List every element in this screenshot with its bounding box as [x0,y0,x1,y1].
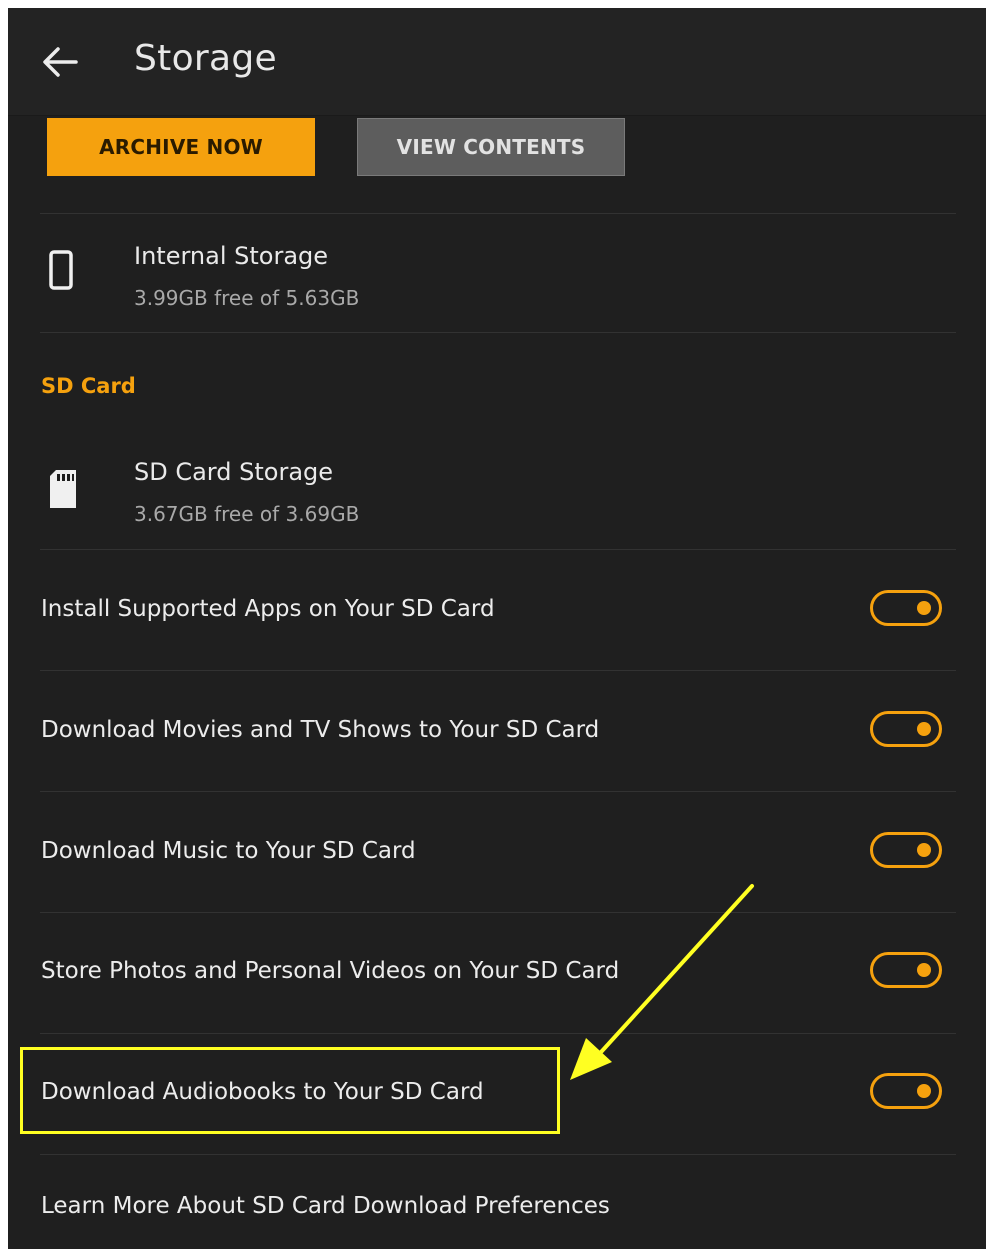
divider [40,912,956,913]
pref-label: Download Movies and TV Shows to Your SD … [41,717,600,743]
learn-more-link[interactable]: Learn More About SD Card Download Prefer… [41,1193,610,1219]
divider [40,670,956,671]
phone-icon [49,250,73,290]
divider [40,791,956,792]
store-photos-toggle[interactable] [870,952,942,988]
sd-card-icon [50,470,76,508]
view-contents-button[interactable]: VIEW CONTENTS [357,118,625,176]
pref-install-apps-row[interactable]: Install Supported Apps on Your SD Card [8,554,986,664]
install-apps-toggle[interactable] [870,590,942,626]
storage-screen: Storage ARCHIVE NOW VIEW CONTENTS Intern… [8,8,986,1249]
toggle-knob [917,601,931,615]
pref-label: Download Music to Your SD Card [41,838,416,864]
toggle-knob [917,722,931,736]
pref-label: Download Audiobooks to Your SD Card [41,1079,484,1105]
divider [40,213,956,214]
internal-storage-row[interactable]: Internal Storage 3.99GB free of 5.63GB [8,218,986,328]
pref-download-audiobooks-row[interactable]: Download Audiobooks to Your SD Card [8,1037,986,1147]
back-button[interactable] [38,40,82,84]
divider [40,549,956,550]
pref-download-music-row[interactable]: Download Music to Your SD Card [8,796,986,906]
pref-store-photos-row[interactable]: Store Photos and Personal Videos on Your… [8,916,986,1026]
divider [40,1154,956,1155]
page-title: Storage [134,38,277,79]
toggle-knob [917,963,931,977]
sd-card-storage-subtitle: 3.67GB free of 3.69GB [134,502,360,526]
internal-storage-title: Internal Storage [134,242,329,270]
sd-card-storage-row[interactable]: SD Card Storage 3.67GB free of 3.69GB [8,438,986,548]
pref-label: Install Supported Apps on Your SD Card [41,596,495,622]
download-movies-toggle[interactable] [870,711,942,747]
pref-label: Store Photos and Personal Videos on Your… [41,958,620,984]
toggle-knob [917,1084,931,1098]
download-music-toggle[interactable] [870,832,942,868]
divider [40,1033,956,1034]
sd-card-section-header: SD Card [41,374,136,398]
arrow-left-icon [43,47,78,77]
app-bar: Storage [8,8,986,116]
sd-card-storage-title: SD Card Storage [134,458,334,486]
toggle-knob [917,843,931,857]
download-audiobooks-toggle[interactable] [870,1073,942,1109]
pref-download-movies-row[interactable]: Download Movies and TV Shows to Your SD … [8,675,986,785]
archive-now-button[interactable]: ARCHIVE NOW [47,118,315,176]
divider [40,332,956,333]
internal-storage-subtitle: 3.99GB free of 5.63GB [134,286,360,310]
